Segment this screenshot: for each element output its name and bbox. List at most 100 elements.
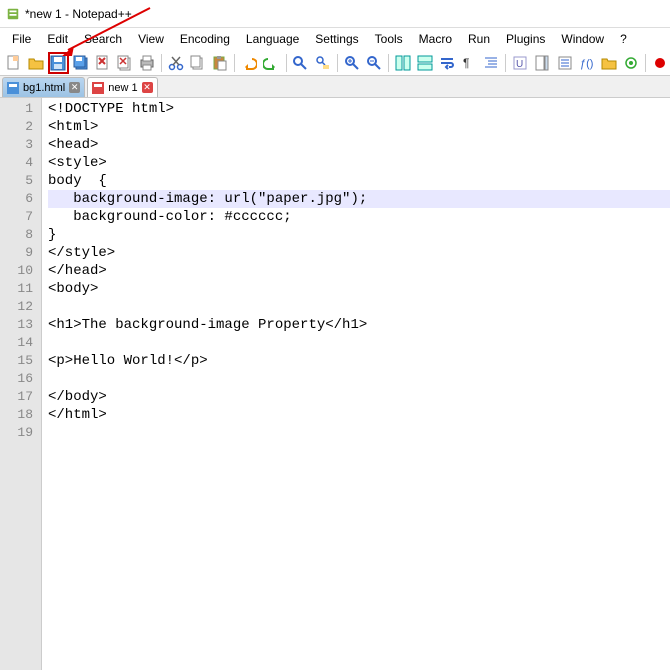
allchars-button[interactable]: ¶ [459, 52, 479, 74]
menu-tools[interactable]: Tools [367, 30, 411, 48]
menu-help[interactable]: ? [612, 30, 635, 48]
save-button[interactable] [48, 52, 68, 74]
code-line[interactable]: <style> [48, 154, 670, 172]
line-number: 6 [0, 190, 41, 208]
menu-view[interactable]: View [130, 30, 172, 48]
zoom-in-button[interactable] [342, 52, 362, 74]
svg-text:U: U [516, 59, 523, 70]
line-number: 16 [0, 370, 41, 388]
menu-window[interactable]: Window [553, 30, 612, 48]
record-button[interactable] [650, 52, 670, 74]
paste-button[interactable] [210, 52, 230, 74]
zoom-out-button[interactable] [364, 52, 384, 74]
menu-macro[interactable]: Macro [411, 30, 460, 48]
line-number: 17 [0, 388, 41, 406]
line-number: 11 [0, 280, 41, 298]
file-saved-icon [7, 82, 19, 94]
print-button[interactable] [137, 52, 157, 74]
line-number: 3 [0, 136, 41, 154]
app-icon [6, 7, 20, 21]
close-button[interactable] [93, 52, 113, 74]
svg-text:ƒ(): ƒ() [580, 58, 593, 70]
tab-label: bg1.html [23, 82, 65, 94]
line-number: 9 [0, 244, 41, 262]
line-number: 5 [0, 172, 41, 190]
userdef-button[interactable]: U [510, 52, 530, 74]
tabbar: bg1.html ✕ new 1 ✕ [0, 76, 670, 98]
code-line[interactable] [48, 370, 670, 388]
menu-language[interactable]: Language [238, 30, 307, 48]
code-line[interactable]: </body> [48, 388, 670, 406]
code-line[interactable]: <html> [48, 118, 670, 136]
open-button[interactable] [26, 52, 46, 74]
code-line[interactable]: </style> [48, 244, 670, 262]
menu-file[interactable]: File [4, 30, 39, 48]
line-number: 14 [0, 334, 41, 352]
undo-button[interactable] [239, 52, 259, 74]
toolbar-sep [337, 54, 338, 72]
sync-v-button[interactable] [393, 52, 413, 74]
code-line[interactable]: <h1>The background-image Property</h1> [48, 316, 670, 334]
replace-button[interactable] [313, 52, 333, 74]
line-number: 15 [0, 352, 41, 370]
toolbar-sep [161, 54, 162, 72]
copy-button[interactable] [188, 52, 208, 74]
line-number: 12 [0, 298, 41, 316]
code-line[interactable] [48, 298, 670, 316]
tab-bg1-html[interactable]: bg1.html ✕ [2, 77, 85, 97]
line-number: 18 [0, 406, 41, 424]
menu-plugins[interactable]: Plugins [498, 30, 553, 48]
code-line[interactable]: <body> [48, 280, 670, 298]
line-number: 2 [0, 118, 41, 136]
line-number: 8 [0, 226, 41, 244]
sync-h-button[interactable] [415, 52, 435, 74]
cut-button[interactable] [166, 52, 186, 74]
toolbar-sep [645, 54, 646, 72]
save-all-button[interactable] [71, 52, 91, 74]
code-line[interactable]: } [48, 226, 670, 244]
menu-edit[interactable]: Edit [39, 30, 76, 48]
menu-settings[interactable]: Settings [307, 30, 366, 48]
code-line[interactable] [48, 424, 670, 442]
code-line[interactable]: background-image: url("paper.jpg"); [48, 190, 670, 208]
line-number: 19 [0, 424, 41, 442]
code-line[interactable]: <p>Hello World!</p> [48, 352, 670, 370]
code-line[interactable]: <!DOCTYPE html> [48, 100, 670, 118]
redo-button[interactable] [261, 52, 281, 74]
code-area[interactable]: <!DOCTYPE html><html><head><style>body {… [42, 98, 670, 670]
folder-button[interactable] [599, 52, 619, 74]
menu-encoding[interactable]: Encoding [172, 30, 238, 48]
code-line[interactable]: background-color: #cccccc; [48, 208, 670, 226]
find-button[interactable] [290, 52, 310, 74]
tab-new-1[interactable]: new 1 ✕ [87, 77, 157, 97]
indent-guide-button[interactable] [481, 52, 501, 74]
close-all-button[interactable] [115, 52, 135, 74]
menu-search[interactable]: Search [76, 30, 130, 48]
line-number: 10 [0, 262, 41, 280]
tab-label: new 1 [108, 82, 137, 94]
doclist-button[interactable] [555, 52, 575, 74]
funclist-button[interactable]: ƒ() [577, 52, 597, 74]
docmap-button[interactable] [532, 52, 552, 74]
wrap-button[interactable] [437, 52, 457, 74]
code-line[interactable]: </head> [48, 262, 670, 280]
file-modified-icon [92, 82, 104, 94]
monitor-button[interactable] [621, 52, 641, 74]
line-number: 13 [0, 316, 41, 334]
code-line[interactable]: <head> [48, 136, 670, 154]
toolbar-sep [505, 54, 506, 72]
code-line[interactable] [48, 334, 670, 352]
line-number-gutter: 12345678910111213141516171819 [0, 98, 42, 670]
svg-text:¶: ¶ [463, 56, 469, 70]
code-line[interactable]: body { [48, 172, 670, 190]
editor[interactable]: 12345678910111213141516171819 <!DOCTYPE … [0, 98, 670, 670]
toolbar-sep [286, 54, 287, 72]
toolbar-sep [234, 54, 235, 72]
window-title: *new 1 - Notepad++ [25, 7, 132, 21]
code-line[interactable]: </html> [48, 406, 670, 424]
tab-close-icon[interactable]: ✕ [142, 82, 153, 93]
menu-run[interactable]: Run [460, 30, 498, 48]
tab-close-icon[interactable]: ✕ [69, 82, 80, 93]
line-number: 7 [0, 208, 41, 226]
new-button[interactable] [4, 52, 24, 74]
